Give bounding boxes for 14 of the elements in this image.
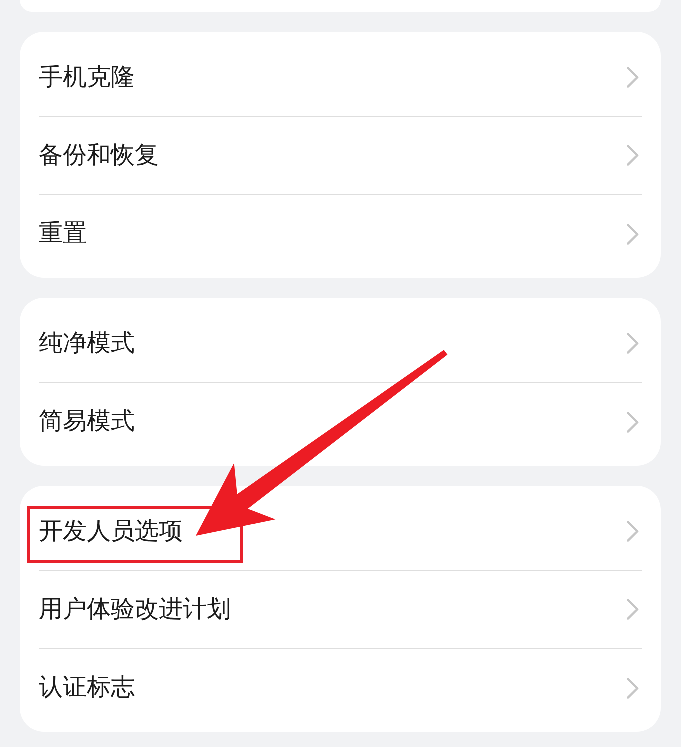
settings-item[interactable]: 认证标志 [39, 649, 642, 727]
chevron-right-icon [627, 67, 639, 88]
chevron-right-icon [627, 599, 639, 620]
settings-item[interactable]: 用户体验改进计划 [39, 571, 642, 649]
chevron-right-icon [627, 521, 639, 542]
chevron-right-icon [627, 333, 639, 354]
settings-item[interactable]: 重置 [39, 195, 642, 273]
settings-item[interactable]: 简易模式 [39, 383, 642, 461]
settings-item[interactable]: 手机克隆 [39, 39, 642, 117]
chevron-right-icon [627, 145, 639, 166]
chevron-right-icon [627, 412, 639, 432]
chevron-right-icon [627, 224, 639, 244]
settings-item[interactable]: 备份和恢复 [39, 117, 642, 195]
chevron-right-icon [627, 678, 639, 698]
